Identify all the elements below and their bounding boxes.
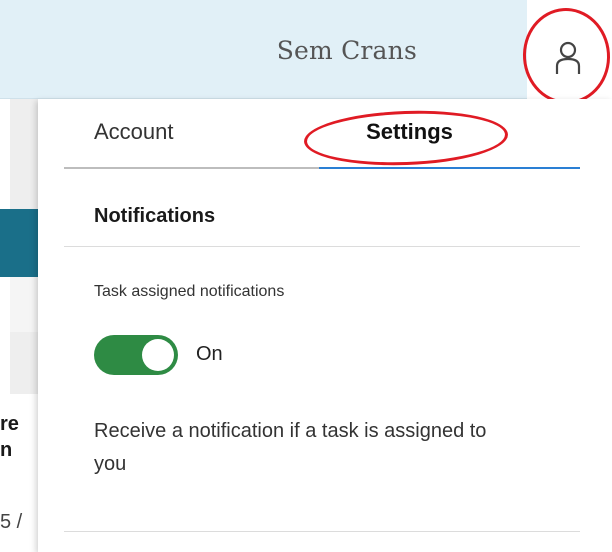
background-row xyxy=(10,332,38,394)
task-assigned-notifications-label: Task assigned notifications xyxy=(94,283,285,300)
panel-tabs: Account Settings xyxy=(64,99,580,169)
user-settings-panel: Account Settings Notifications Task assi… xyxy=(38,99,612,552)
user-menu-button[interactable] xyxy=(530,24,604,94)
user-name-label[interactable]: Sem Crans xyxy=(277,36,417,65)
background-teal-button xyxy=(0,209,38,277)
background-text: re xyxy=(0,413,19,435)
toggle-state-label: On xyxy=(196,343,223,365)
background-text: 5 / xyxy=(0,511,23,533)
background-text: n xyxy=(0,439,13,461)
toggle-knob xyxy=(142,339,174,371)
background-page: re n 5 / xyxy=(0,99,38,552)
tab-settings[interactable]: Settings xyxy=(319,99,580,169)
notifications-heading: Notifications xyxy=(94,205,216,227)
background-row xyxy=(10,277,38,332)
notification-description: Receive a notification if a task is assi… xyxy=(94,420,487,475)
background-row xyxy=(10,99,38,209)
divider xyxy=(64,246,580,247)
tab-account[interactable]: Account xyxy=(64,99,319,169)
task-assigned-notifications-toggle[interactable] xyxy=(94,335,178,375)
top-header-bar: Sem Crans xyxy=(0,0,527,99)
user-icon xyxy=(555,41,581,74)
divider xyxy=(64,531,580,532)
